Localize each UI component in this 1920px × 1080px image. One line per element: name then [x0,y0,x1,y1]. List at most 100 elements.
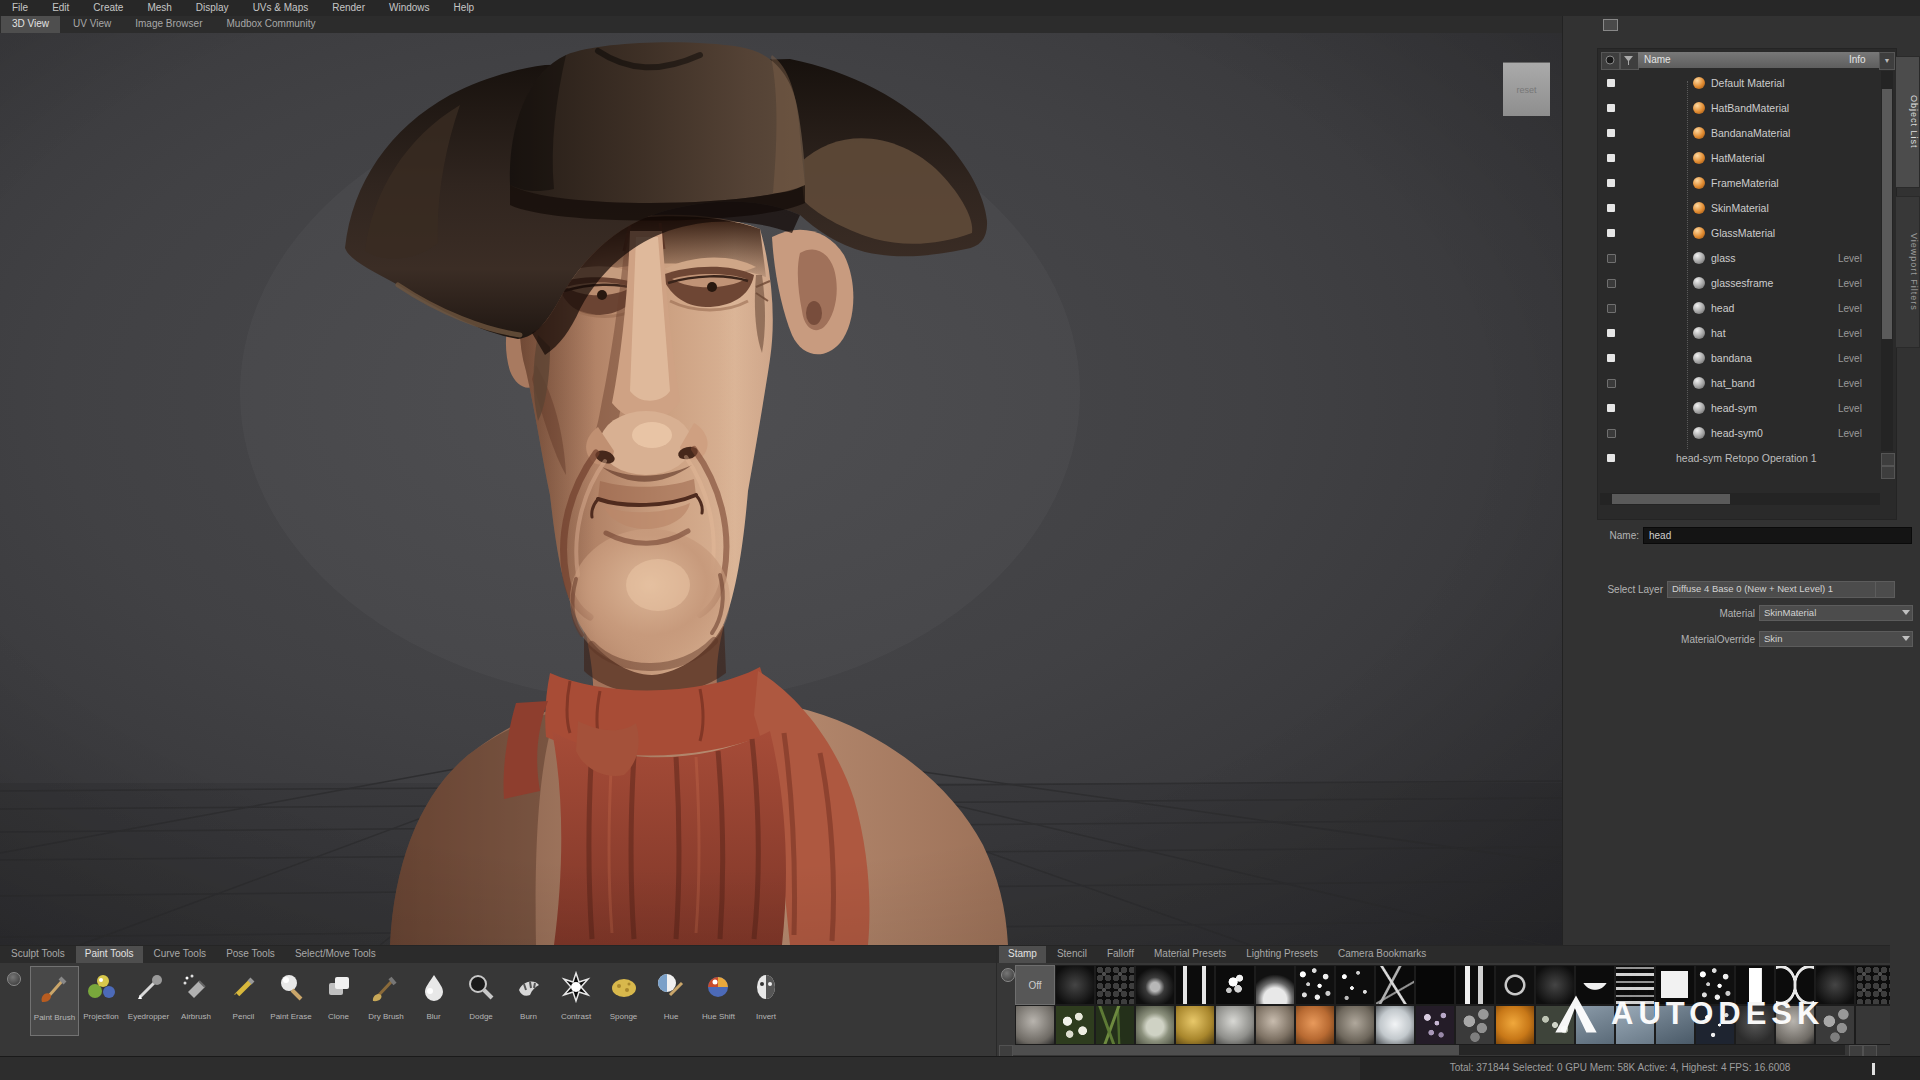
object-row-glassesframe[interactable]: glassesframeLevel [1598,271,1880,296]
tool-projection[interactable]: Projection [78,966,125,1034]
visibility-dot[interactable] [1607,329,1615,337]
stamp-thumb[interactable] [1335,965,1375,1005]
stamp-thumb[interactable] [1015,1005,1055,1045]
sculpt-canvas[interactable] [0,33,1562,945]
stamp-thumb[interactable] [1055,965,1095,1005]
tool-eyedropper[interactable]: Eyedropper [125,966,172,1034]
object-row-bandanamaterial[interactable]: BandanaMaterial [1598,121,1880,146]
tool-invert[interactable]: Invert [743,966,790,1034]
tray-tab-falloff[interactable]: Falloff [1098,946,1143,963]
object-row-head-sym[interactable]: head-symLevel [1598,396,1880,421]
object-row-hatmaterial[interactable]: HatMaterial [1598,146,1880,171]
tool-tab-curve-tools[interactable]: Curve Tools [145,946,216,963]
object-row-hatbandmaterial[interactable]: HatBandMaterial [1598,96,1880,121]
tool-blur[interactable]: Blur [410,966,457,1034]
tool-tab-pose-tools[interactable]: Pose Tools [217,946,284,963]
menu-display[interactable]: Display [184,0,241,16]
select-layer-dropdown[interactable]: Diffuse 4 Base 0 (New + Next Level) 1 [1667,581,1877,598]
stamp-thumb[interactable] [1335,1005,1375,1045]
stamp-thumb[interactable] [1255,965,1295,1005]
object-row-framematerial[interactable]: FrameMaterial [1598,171,1880,196]
stamp-thumb[interactable] [1095,1005,1135,1045]
stamp-thumb[interactable] [1495,965,1535,1005]
list-filter-button[interactable] [1601,52,1620,70]
tool-clone[interactable]: Clone [315,966,362,1034]
menu-mesh[interactable]: Mesh [135,0,183,16]
menu-windows[interactable]: Windows [377,0,442,16]
stamp-thumb[interactable] [1135,965,1175,1005]
visibility-dot[interactable] [1607,204,1615,212]
panel-menu-icon[interactable] [1603,19,1618,31]
view-tab-uv-view[interactable]: UV View [62,16,122,33]
tool-dry-brush[interactable]: Dry Brush [363,966,410,1034]
visibility-dot[interactable] [1607,354,1615,362]
tool-hue[interactable]: Hue [648,966,695,1034]
object-row-glass[interactable]: glassLevel [1598,246,1880,271]
visibility-dot[interactable] [1607,154,1615,162]
object-row-glassmaterial[interactable]: GlassMaterial [1598,221,1880,246]
view-tab-mudbox-community[interactable]: Mudbox Community [215,16,326,33]
tool-paint-brush[interactable]: Paint Brush [30,966,79,1036]
side-tab-object-list[interactable]: Object List [1895,56,1920,188]
scroll-up-button[interactable] [1881,453,1895,466]
stamp-thumb[interactable] [1415,1005,1455,1045]
material-override-dropdown[interactable]: Skin [1759,631,1913,647]
name-input[interactable]: head [1643,527,1912,544]
tray-tab-material-presets[interactable]: Material Presets [1145,946,1235,963]
tool-dodge[interactable]: Dodge [458,966,505,1034]
tray-collapse-icon-2[interactable] [1001,968,1015,982]
stamp-thumb[interactable] [1455,965,1495,1005]
tool-hue-shift[interactable]: Hue Shift [695,966,742,1034]
tool-tab-paint-tools[interactable]: Paint Tools [76,946,143,963]
view-tab-image-browser[interactable]: Image Browser [124,16,213,33]
menu-help[interactable]: Help [442,0,487,16]
visibility-dot[interactable] [1607,179,1615,187]
visibility-dot[interactable] [1607,254,1616,263]
object-row-head-sym-retopo-operation-1[interactable]: head-sym Retopo Operation 1 [1598,446,1880,471]
object-row-hat[interactable]: hatLevel [1598,321,1880,346]
tray-tab-stencil[interactable]: Stencil [1048,946,1096,963]
stamp-thumb[interactable] [1095,965,1135,1005]
material-dropdown[interactable]: SkinMaterial [1759,605,1913,621]
menu-edit[interactable]: Edit [40,0,81,16]
visibility-dot[interactable] [1607,429,1616,438]
stamp-thumb[interactable] [1175,1005,1215,1045]
visibility-dot[interactable] [1607,454,1615,462]
stamp-thumb[interactable] [1415,965,1455,1005]
list-horizontal-scrollbar[interactable] [1600,493,1880,505]
viewport-3d[interactable]: reset [0,33,1562,945]
visibility-dot[interactable] [1607,379,1616,388]
tray-scrollbar[interactable] [1013,1045,1845,1055]
visibility-dot[interactable] [1607,129,1615,137]
stamp-thumb[interactable] [1175,965,1215,1005]
stamp-thumb[interactable] [1295,965,1335,1005]
menu-file[interactable]: File [0,0,40,16]
column-header-info[interactable]: Info [1845,52,1881,68]
stamp-thumb[interactable] [1215,1005,1255,1045]
stamp-thumb[interactable] [1295,1005,1335,1045]
select-layer-clear[interactable] [1875,581,1895,598]
view-tab-3d-view[interactable]: 3D View [1,16,60,33]
stamp-thumb[interactable] [1375,1005,1415,1045]
tool-sponge[interactable]: Sponge [600,966,647,1034]
scroll-down-button[interactable] [1881,466,1895,479]
menu-create[interactable]: Create [81,0,135,16]
object-row-bandana[interactable]: bandanaLevel [1598,346,1880,371]
object-row-default-material[interactable]: Default Material [1598,71,1880,96]
column-header-name[interactable]: Name [1638,52,1849,68]
tool-paint-erase[interactable]: Paint Erase [268,966,315,1034]
menu-uvs-maps[interactable]: UVs & Maps [241,0,321,16]
tool-tab-sculpt-tools[interactable]: Sculpt Tools [2,946,74,963]
tool-tab-select-move-tools[interactable]: Select/Move Tools [286,946,385,963]
column-header-menu[interactable]: ▼ [1879,52,1895,70]
object-row-hat-band[interactable]: hat_bandLevel [1598,371,1880,396]
visibility-dot[interactable] [1607,229,1615,237]
tool-burn[interactable]: Burn [505,966,552,1034]
object-row-skinmaterial[interactable]: SkinMaterial [1598,196,1880,221]
visibility-dot[interactable] [1607,104,1615,112]
tray-collapse-icon[interactable] [7,972,21,986]
visibility-dot[interactable] [1607,404,1615,412]
stamp-off-button[interactable]: Off [1015,965,1055,1005]
tool-airbrush[interactable]: Airbrush [173,966,220,1034]
stamp-thumb[interactable] [1495,1005,1535,1045]
